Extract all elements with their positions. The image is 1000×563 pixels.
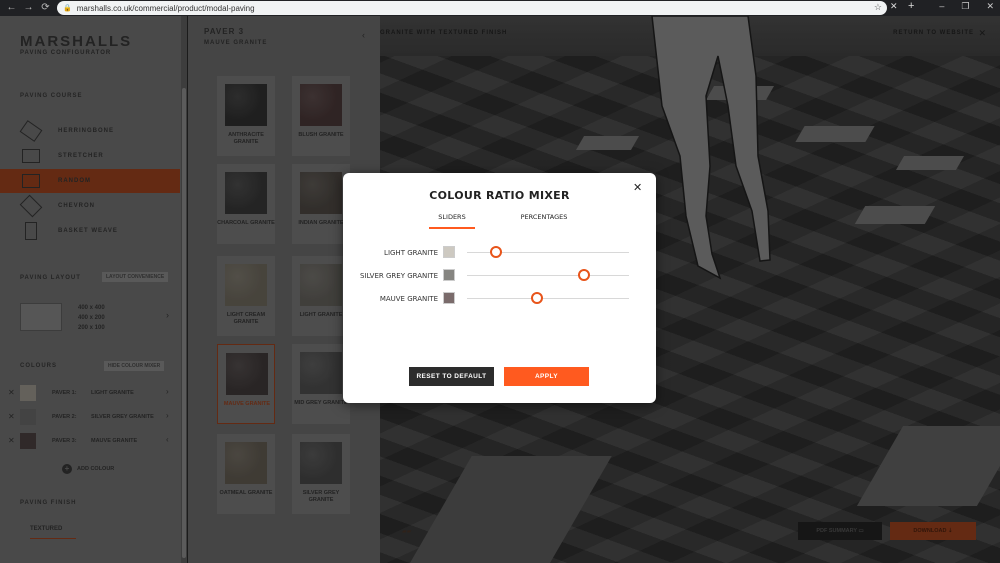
reload-icon[interactable]: ⟳ [40,1,51,15]
colour-swatch [443,292,455,304]
browser-nav: ← → ⟳ [6,1,54,15]
apply-button[interactable]: APPLY [504,367,589,386]
browser-chrome: ← → ⟳ 🔒 marshalls.co.uk/commercial/produ… [0,0,1000,16]
back-arrow-icon[interactable]: ← [6,1,17,15]
close-icon[interactable]: ✕ [633,181,642,194]
slider-row-light-granite: LIGHT GRANITE [343,245,656,261]
slider-label: LIGHT GRANITE [384,249,438,257]
slider-label: MAUVE GRANITE [379,295,438,303]
active-tab-indicator [429,227,475,229]
slider-label: SILVER GREY GRANITE [360,272,438,280]
reset-to-default-button[interactable]: RESET TO DEFAULT [409,367,494,386]
slider-row-mauve-granite: MAUVE GRANITE [343,291,656,307]
slider-handle[interactable] [530,292,543,304]
minimize-icon[interactable]: – [939,1,944,12]
slider-track[interactable] [467,298,629,299]
slider-row-silver-grey-granite: SILVER GREY GRANITE [343,268,656,284]
modal-tabs: SLIDERS PERCENTAGES [429,213,569,229]
slider-handle[interactable] [577,269,590,281]
tab-percentages[interactable]: PERCENTAGES [511,213,577,221]
modal-title: COLOUR RATIO MIXER [429,189,570,202]
bookmark-star-icon[interactable]: ☆ [874,2,882,13]
slider-track[interactable] [467,275,629,276]
url-text: marshalls.co.uk/commercial/product/modal… [76,3,255,13]
tab-sliders[interactable]: SLIDERS [429,213,475,221]
maximize-icon[interactable]: ❐ [961,1,969,12]
colour-swatch [443,269,455,281]
slider-handle[interactable] [490,246,503,258]
colour-ratio-mixer-modal: COLOUR RATIO MIXER ✕ SLIDERS PERCENTAGES… [343,173,656,403]
tab-close-icon[interactable]: ✕ [890,1,898,12]
window-close-icon[interactable]: ✕ [986,1,994,12]
lock-icon: 🔒 [63,5,72,12]
forward-arrow-icon[interactable]: → [23,1,34,15]
window-controls: – ❐ ✕ [939,1,994,12]
new-tab-icon[interactable]: + [908,0,914,12]
address-bar[interactable]: 🔒 marshalls.co.uk/commercial/product/mod… [57,1,887,15]
colour-swatch [443,246,455,258]
